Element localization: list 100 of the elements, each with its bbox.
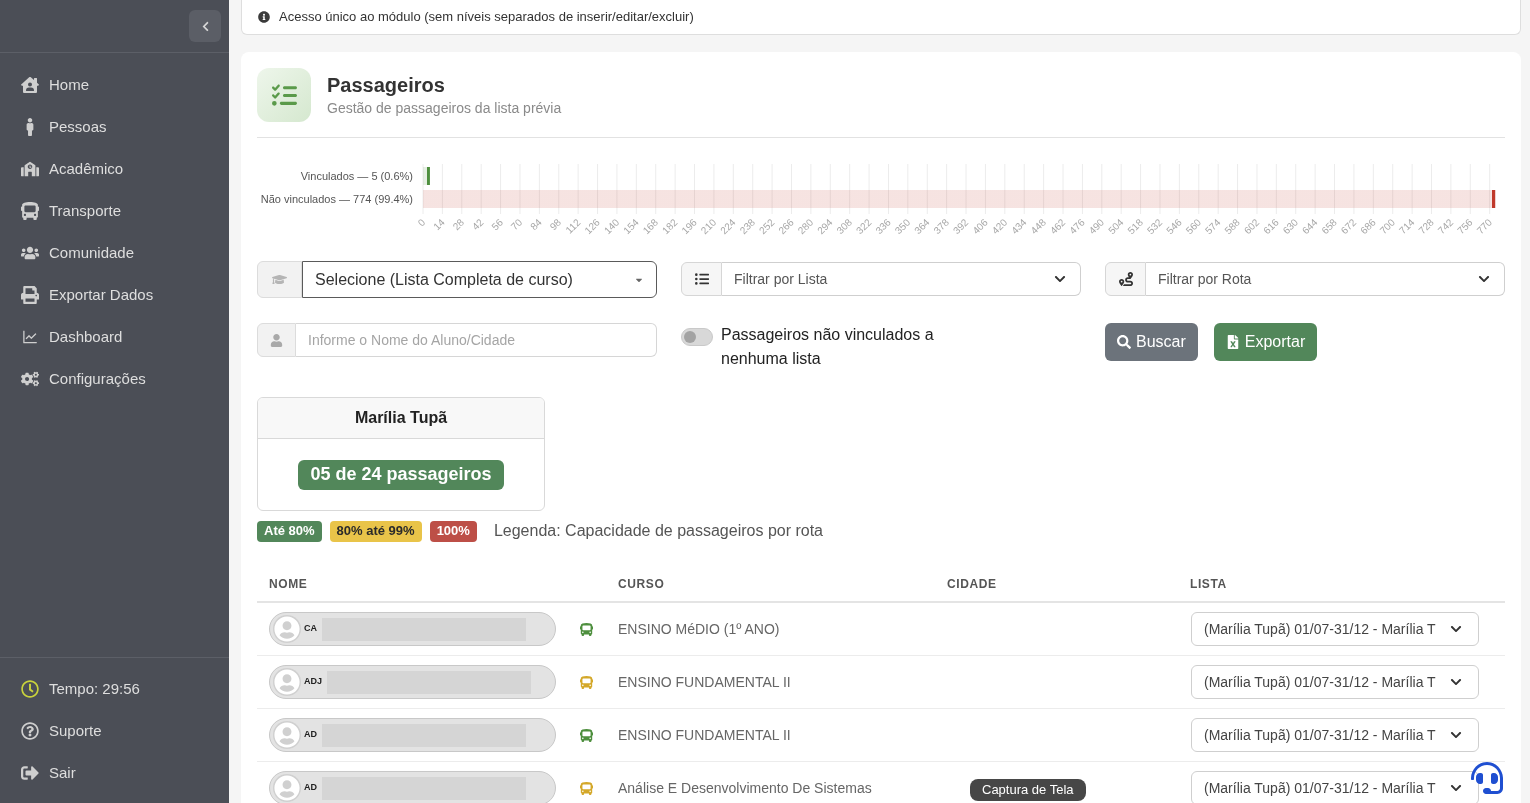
category-label: Vinculados — 5 (0.6%) xyxy=(300,170,413,182)
spreadsheet-icon xyxy=(1225,335,1240,349)
nav-item[interactable]: Home xyxy=(0,64,229,106)
tick-label: 280 xyxy=(795,216,816,237)
tick-label: 560 xyxy=(1183,216,1204,237)
tick-label: 588 xyxy=(1222,216,1242,237)
gears-icon xyxy=(21,370,39,388)
toggle-switch[interactable] xyxy=(681,328,713,346)
export-button[interactable]: Exportar xyxy=(1213,323,1318,361)
chevron-icon xyxy=(1449,729,1462,741)
tick-label: 406 xyxy=(970,216,990,237)
tick-label: 252 xyxy=(756,216,777,237)
tick-label: 462 xyxy=(1047,216,1068,237)
list-icon xyxy=(681,262,722,296)
chevron-icon xyxy=(1449,623,1462,635)
legend-caption: Legenda: Capacidade de passageiros por rota xyxy=(493,521,823,541)
collapse-button[interactable] xyxy=(189,10,221,42)
search-icon xyxy=(1117,335,1131,349)
tick-label: 98 xyxy=(547,216,564,233)
column-header: CIDADE xyxy=(947,577,997,591)
list-select[interactable]: Filtrar por Lista xyxy=(722,262,1081,296)
tick-label: 686 xyxy=(1358,216,1378,237)
list-select[interactable]: (Marília Tupã) 01/07-31/12 - Marília T xyxy=(1191,718,1479,752)
tick-label: 700 xyxy=(1377,216,1398,237)
tick-label: 392 xyxy=(950,216,971,237)
search-button[interactable]: Buscar xyxy=(1105,323,1198,361)
nav-item[interactable]: Sair xyxy=(0,752,229,794)
chevron-icon xyxy=(1449,676,1462,688)
tick-label: 616 xyxy=(1261,216,1281,237)
logout-icon xyxy=(21,764,39,782)
tick-label: 672 xyxy=(1338,216,1359,237)
avatar-icon xyxy=(273,721,301,749)
nav-item[interactable]: Pessoas xyxy=(0,106,229,148)
tick-label: 644 xyxy=(1300,216,1320,237)
nav-item[interactable]: Suporte xyxy=(0,710,229,752)
tick-label: 28 xyxy=(450,216,467,233)
tick-label: 126 xyxy=(582,216,602,237)
nav-item[interactable]: Configurações xyxy=(0,358,229,400)
column-header: NOME xyxy=(269,577,308,591)
route-select[interactable]: Filtrar por Rota xyxy=(1146,262,1505,296)
session-timer[interactable]: Tempo: 29:56 xyxy=(0,668,229,710)
tick-label: 728 xyxy=(1416,216,1436,237)
passenger-count-badge: 05 de 24 passageiros xyxy=(298,459,504,490)
tick-label: 350 xyxy=(892,216,913,237)
course-select[interactable]: Selecione (Lista Completa de curso) xyxy=(302,261,657,298)
tick-label: 196 xyxy=(679,216,699,237)
name-text: AD xyxy=(304,728,317,742)
column-header: CURSO xyxy=(618,577,665,591)
line-chart-icon xyxy=(21,328,39,346)
tick-label: 238 xyxy=(737,216,758,237)
bus-icon xyxy=(21,202,39,220)
tick-label: 448 xyxy=(1028,216,1049,237)
tick-label: 224 xyxy=(718,216,738,237)
column-header: LISTA xyxy=(1190,577,1227,591)
chevron-icon xyxy=(1054,273,1066,285)
tick-label: 756 xyxy=(1455,216,1475,237)
tick-label: 168 xyxy=(640,216,661,237)
home-icon xyxy=(21,76,39,94)
nav-item[interactable]: Comunidade xyxy=(0,232,229,274)
headset-icon xyxy=(1471,762,1503,794)
nav-item[interactable]: Acadêmico xyxy=(0,148,229,190)
legend-badge: Até 80% xyxy=(257,520,322,542)
tick-label: 308 xyxy=(834,216,855,237)
list-select[interactable]: (Marília Tupã) 01/07-31/12 - Marília T xyxy=(1191,771,1479,803)
name-text: ADJ xyxy=(304,675,322,689)
route-name: Marília Tupã xyxy=(258,398,544,439)
nav-item[interactable]: Exportar Dados xyxy=(0,274,229,316)
tick-label: 742 xyxy=(1435,216,1456,237)
course-cell: ENSINO FUNDAMENTAL II xyxy=(618,727,791,743)
search-field[interactable]: Informe o Nome do Aluno/Cidade xyxy=(296,323,657,357)
tick-label: 14 xyxy=(431,216,447,233)
tick-label: 770 xyxy=(1474,216,1495,237)
page-title: Passageiros xyxy=(327,73,446,98)
help-icon xyxy=(21,722,39,740)
tick-label: 84 xyxy=(528,216,544,233)
tick-label: 574 xyxy=(1203,216,1223,237)
legend-badge: 100% xyxy=(429,520,477,542)
chevron-icon xyxy=(1449,782,1462,794)
tick-label: 154 xyxy=(621,216,641,237)
course-cell: ENSINO MéDIO (1º ANO) xyxy=(618,621,780,637)
page-subtitle: Gestão de passageiros da lista prévia xyxy=(327,99,562,118)
nav-item[interactable]: Dashboard xyxy=(0,316,229,358)
clock-icon xyxy=(21,680,39,698)
tick-label: 42 xyxy=(469,216,486,233)
tick-label: 532 xyxy=(1144,216,1165,237)
category-label: Não vinculados — 774 (99.4%) xyxy=(260,193,413,205)
nav-item[interactable]: Transporte xyxy=(0,190,229,232)
list-select[interactable]: (Marília Tupã) 01/07-31/12 - Marília T xyxy=(1191,665,1479,699)
tick-label: 714 xyxy=(1396,216,1417,237)
printer-icon xyxy=(21,286,39,304)
tick-label: 182 xyxy=(659,216,680,237)
chevron-icon xyxy=(1478,273,1490,285)
user-icon xyxy=(257,323,296,357)
tick-label: 210 xyxy=(698,216,719,237)
tick-label: 434 xyxy=(1009,216,1029,237)
name-text: AD xyxy=(304,781,317,795)
graduation-cap-icon xyxy=(257,261,302,298)
support-chat-button[interactable] xyxy=(1470,761,1504,795)
info-icon xyxy=(258,11,270,23)
list-select[interactable]: (Marília Tupã) 01/07-31/12 - Marília T xyxy=(1191,612,1479,646)
